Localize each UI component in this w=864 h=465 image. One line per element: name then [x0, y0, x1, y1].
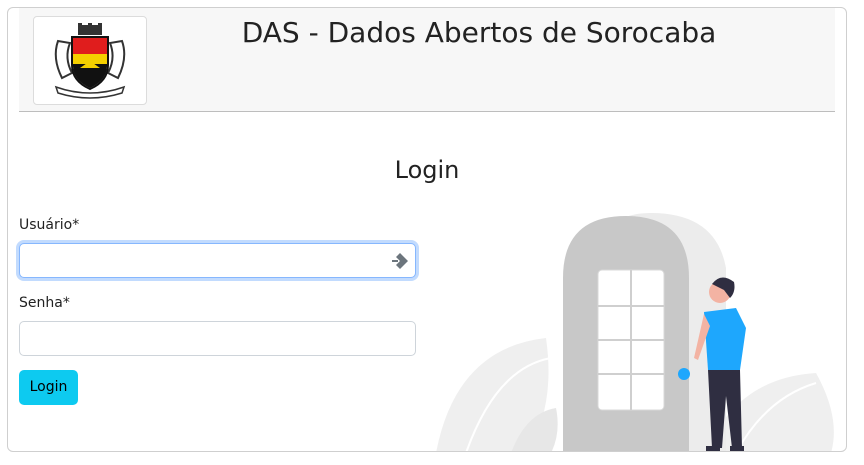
site-title: DAS - Dados Abertos de Sorocaba: [241, 16, 717, 49]
username-label: Usuário*: [19, 217, 80, 233]
login-card: DAS - Dados Abertos de Sorocaba Login Us…: [7, 7, 847, 452]
site-header: DAS - Dados Abertos de Sorocaba: [19, 8, 835, 112]
username-input[interactable]: [19, 243, 416, 278]
password-label: Senha*: [19, 295, 70, 311]
door-person-illustration: [436, 213, 834, 451]
login-heading: Login: [394, 156, 460, 184]
login-button[interactable]: Login: [19, 370, 78, 405]
password-manager-icon[interactable]: [391, 252, 409, 270]
coat-of-arms-icon: [54, 23, 126, 99]
city-logo: [33, 16, 147, 105]
password-input[interactable]: [19, 321, 416, 356]
